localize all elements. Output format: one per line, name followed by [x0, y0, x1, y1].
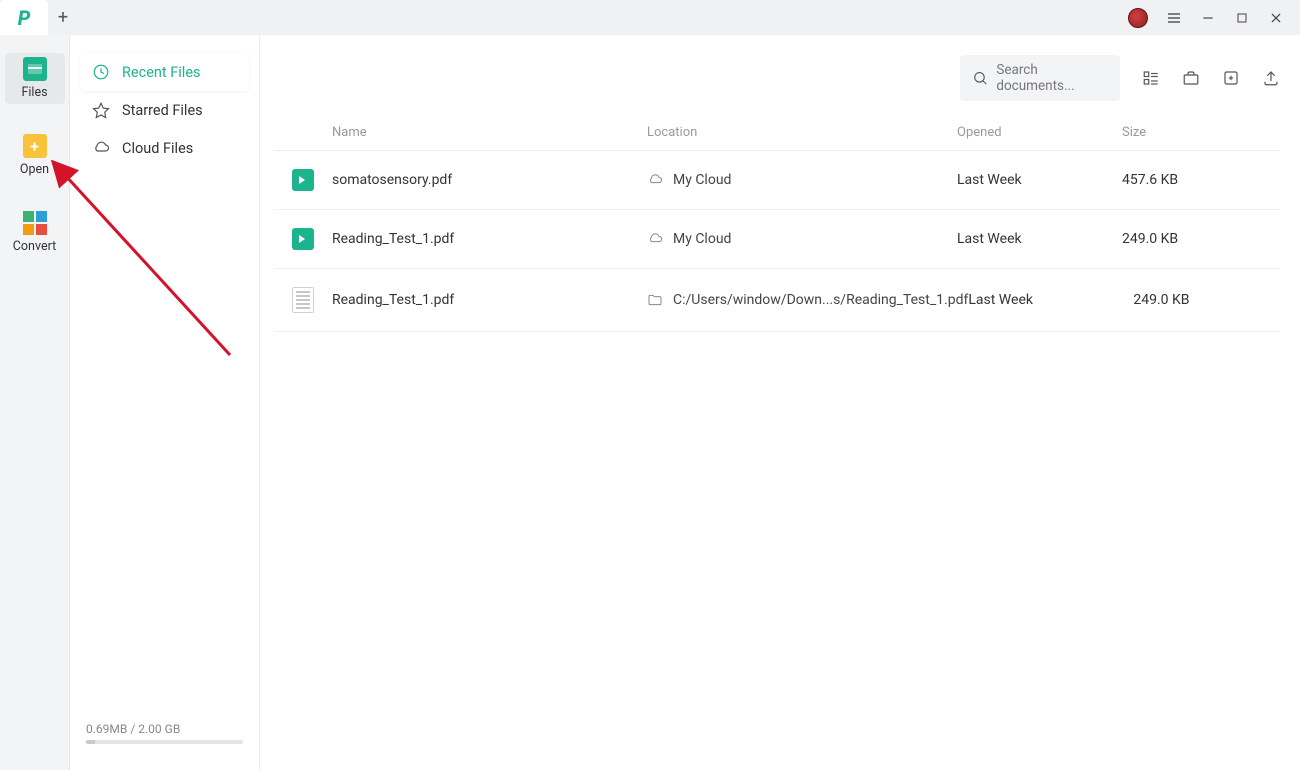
cloud-icon	[647, 172, 663, 188]
search-icon	[972, 69, 988, 87]
file-opened: Last Week	[957, 172, 1122, 188]
briefcase-icon[interactable]	[1182, 69, 1200, 87]
clock-icon	[92, 63, 110, 81]
sidenav-label-recent: Recent Files	[122, 64, 201, 81]
open-icon: +	[23, 134, 47, 158]
file-opened: Last Week	[968, 292, 1133, 308]
file-table: Name Location Opened Size somatosensory.…	[260, 113, 1300, 332]
sidenav-item-cloud[interactable]: Cloud Files	[80, 129, 249, 167]
sidenav-item-recent[interactable]: Recent Files	[80, 53, 249, 91]
table-header: Name Location Opened Size	[274, 115, 1280, 151]
storage-indicator: 0.69MB / 2.00 GB	[80, 722, 249, 752]
maximize-icon[interactable]	[1234, 10, 1250, 26]
sidenav: Recent Files Starred Files Cloud Files 0…	[70, 35, 260, 770]
table-row[interactable]: somatosensory.pdfMy CloudLast Week457.6 …	[274, 151, 1280, 210]
sidenav-label-cloud: Cloud Files	[122, 140, 193, 157]
file-opened: Last Week	[957, 231, 1122, 247]
rail-label-convert: Convert	[13, 239, 56, 254]
upload-icon[interactable]	[1262, 69, 1280, 87]
user-avatar[interactable]	[1128, 8, 1148, 28]
app-logo-tab[interactable]: P	[0, 0, 48, 35]
file-type-icon	[274, 228, 332, 250]
minimize-icon[interactable]	[1200, 10, 1216, 26]
file-location: My Cloud	[647, 172, 957, 188]
rail-label-open: Open	[20, 162, 49, 177]
col-header-location[interactable]: Location	[647, 125, 957, 140]
storage-bar	[86, 740, 243, 744]
app-logo-icon: P	[18, 6, 31, 30]
file-name: somatosensory.pdf	[332, 172, 647, 188]
star-icon	[92, 101, 110, 119]
table-row[interactable]: Reading_Test_1.pdfMy CloudLast Week249.0…	[274, 210, 1280, 269]
search-input[interactable]: Search documents...	[960, 55, 1120, 101]
sidenav-item-starred[interactable]: Starred Files	[80, 91, 249, 129]
files-icon	[23, 57, 47, 81]
close-icon[interactable]	[1268, 10, 1284, 26]
storage-used: 0.69MB	[86, 722, 127, 736]
table-row[interactable]: Reading_Test_1.pdfC:/Users/window/Down..…	[274, 269, 1280, 332]
titlebar-right	[1128, 8, 1294, 28]
file-name: Reading_Test_1.pdf	[332, 231, 647, 247]
file-location: C:/Users/window/Down...s/Reading_Test_1.…	[647, 292, 968, 308]
search-placeholder: Search documents...	[996, 62, 1108, 94]
list-view-icon[interactable]	[1142, 69, 1160, 87]
folder-icon	[647, 292, 663, 308]
main-panel: Search documents... Name Location Opened…	[260, 35, 1300, 770]
cloud-icon	[647, 231, 663, 247]
col-header-size[interactable]: Size	[1122, 125, 1280, 140]
col-header-name[interactable]: Name	[332, 125, 647, 140]
toolbar: Search documents...	[260, 35, 1300, 113]
file-type-icon	[274, 169, 332, 191]
new-file-icon[interactable]	[1222, 69, 1240, 87]
titlebar-left: P +	[0, 0, 78, 35]
rail-item-files[interactable]: Files	[5, 53, 65, 104]
file-size: 249.0 KB	[1122, 231, 1280, 247]
new-tab-button[interactable]: +	[48, 7, 78, 28]
col-header-opened[interactable]: Opened	[957, 125, 1122, 140]
titlebar: P +	[0, 0, 1300, 35]
menu-icon[interactable]	[1166, 10, 1182, 26]
convert-icon	[23, 211, 47, 235]
file-type-icon	[274, 287, 332, 313]
left-rail: Files + Open Convert	[0, 35, 70, 770]
file-size: 249.0 KB	[1133, 292, 1280, 308]
rail-label-files: Files	[21, 85, 47, 100]
file-size: 457.6 KB	[1122, 172, 1280, 188]
file-location: My Cloud	[647, 231, 957, 247]
cloud-icon	[92, 139, 110, 157]
rail-item-open[interactable]: + Open	[5, 130, 65, 181]
sidenav-label-starred: Starred Files	[122, 102, 203, 119]
storage-total: 2.00 GB	[138, 722, 180, 736]
file-name: Reading_Test_1.pdf	[332, 292, 647, 308]
rail-item-convert[interactable]: Convert	[5, 207, 65, 258]
